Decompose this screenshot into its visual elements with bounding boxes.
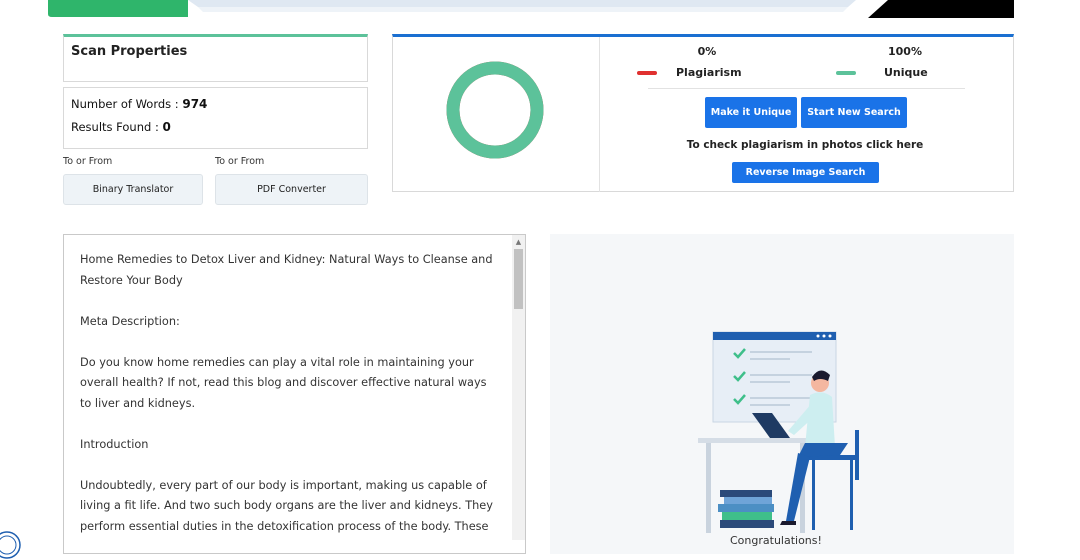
word-count-label: Number of Words :: [71, 97, 179, 111]
top-banner-decoration: [48, 0, 1014, 18]
results-found-label: Results Found :: [71, 120, 159, 134]
scrollbar-thumb[interactable]: [514, 249, 523, 309]
doc-paragraph: Undoubtedly, every part of our body is i…: [80, 478, 493, 533]
result-caption: Congratulations!: [730, 534, 822, 547]
results-found-value: 0: [162, 120, 171, 134]
unique-legend-label: Unique: [884, 66, 928, 79]
binary-translator-button[interactable]: Binary Translator: [63, 174, 203, 205]
document-text[interactable]: Home Remedies to Detox Liver and Kidney:…: [80, 250, 500, 558]
make-it-unique-button[interactable]: Make it Unique: [705, 97, 797, 128]
doc-paragraph: Introduction: [80, 437, 149, 451]
accessibility-widget-icon[interactable]: [0, 530, 22, 560]
pdf-converter-button[interactable]: PDF Converter: [215, 174, 368, 205]
scan-properties-title: Scan Properties: [71, 44, 188, 59]
legend-divider: [648, 88, 965, 89]
scroll-up-arrow-icon[interactable]: ▲: [512, 235, 525, 248]
results-found: Results Found : 0: [71, 120, 171, 134]
doc-paragraph: Do you know home remedies can play a vit…: [80, 355, 487, 410]
doc-paragraph: Home Remedies to Detox Liver and Kidney:…: [80, 253, 493, 287]
person-at-laptop-illustration: [698, 331, 859, 533]
binary-tool-caption: To or From: [63, 156, 113, 167]
pdf-tool-caption: To or From: [215, 156, 265, 167]
uniqueness-ring-chart: [446, 61, 544, 159]
ring-unique-segment: [446, 61, 544, 159]
unique-legend-swatch: [836, 71, 856, 75]
word-count-value: 974: [182, 97, 208, 111]
unique-percent: 100%: [888, 45, 922, 58]
doc-paragraph: Meta Description:: [80, 314, 180, 328]
word-count: Number of Words : 974: [71, 97, 207, 111]
photo-plagiarism-hint[interactable]: To check plagiarism in photos click here: [620, 139, 990, 151]
plagiarism-legend-swatch: [637, 71, 657, 75]
start-new-search-button[interactable]: Start New Search: [801, 97, 907, 128]
plagiarism-legend-label: Plagiarism: [676, 66, 742, 79]
plagiarism-percent: 0%: [697, 45, 717, 58]
results-divider: [599, 37, 600, 192]
reverse-image-search-button[interactable]: Reverse Image Search: [732, 162, 879, 183]
